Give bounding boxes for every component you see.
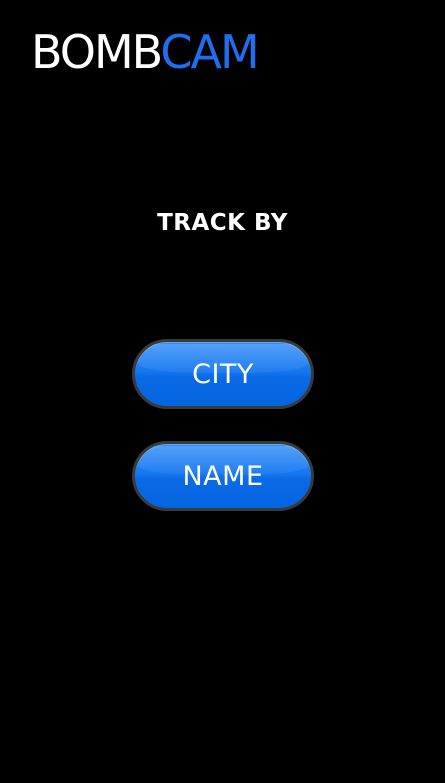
logo-text-cam: CAM [160,25,259,79]
name-button-label: NAME [182,460,264,492]
track-by-city-button[interactable]: CITY [132,339,314,409]
track-by-heading: TRACK BY [157,210,288,236]
app-logo: BOMBCAM [31,29,260,75]
track-by-name-button[interactable]: NAME [132,441,314,511]
app-header: BOMBCAM [31,26,260,78]
city-button-label: CITY [192,358,254,390]
logo-text-bomb: BOMB [31,25,162,79]
